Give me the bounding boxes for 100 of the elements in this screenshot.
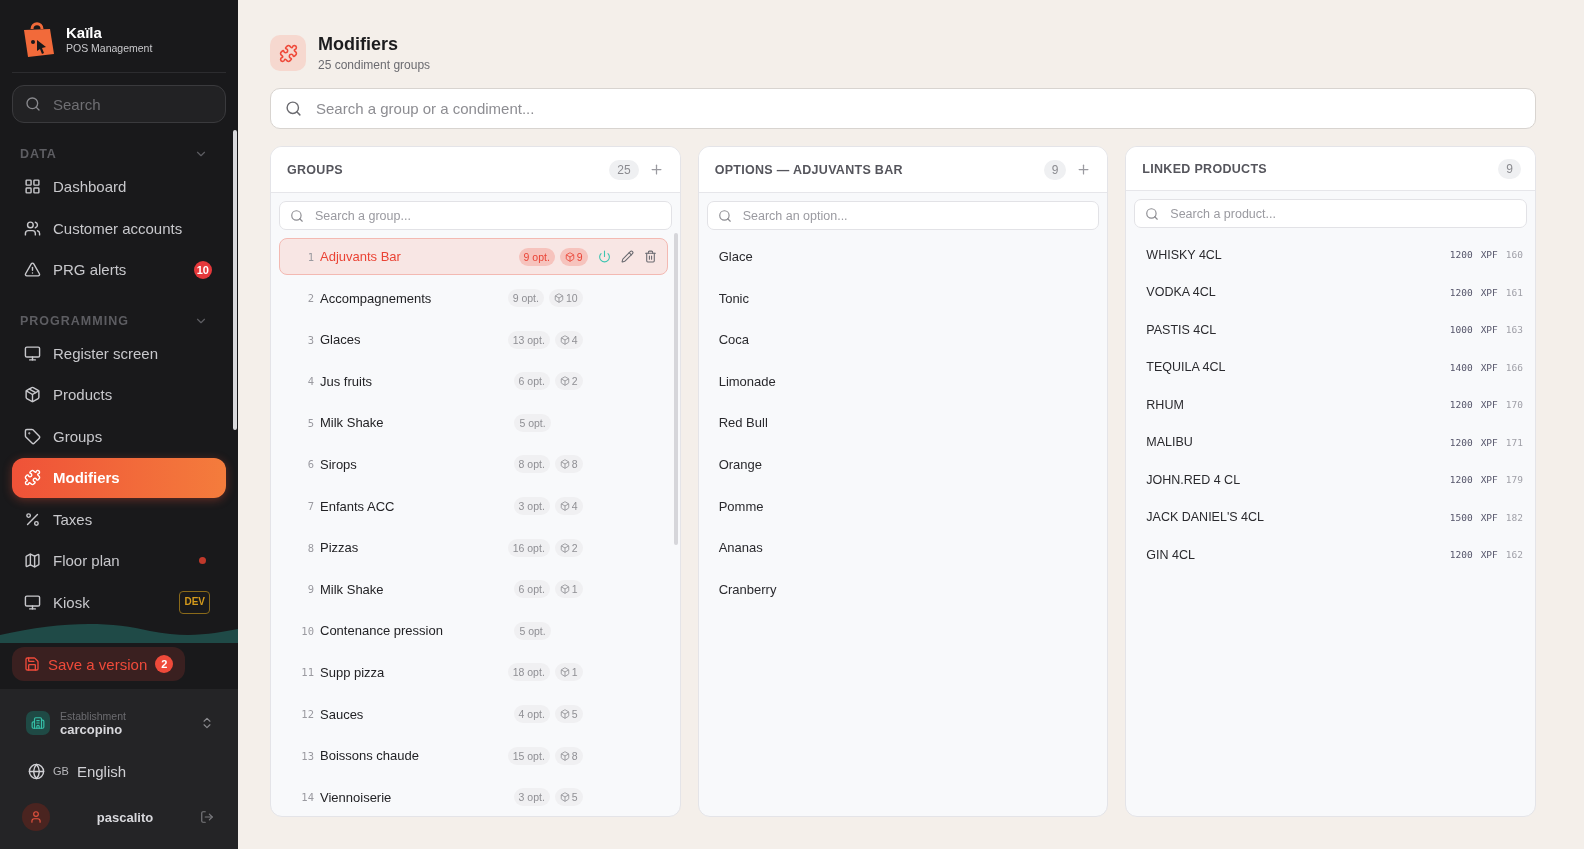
search-icon <box>25 96 41 112</box>
monitor-icon <box>24 344 41 362</box>
group-name: Viennoiserie <box>320 789 393 805</box>
nav-item[interactable]: Floor plan <box>12 540 226 581</box>
options-count: 5 opt. <box>514 413 551 432</box>
scrollbar[interactable] <box>233 130 237 430</box>
row-number: 13 <box>300 749 314 762</box>
group-name: Contenance pression <box>320 623 444 639</box>
option-item[interactable]: Pomme <box>706 487 1096 525</box>
group-name: Sauces <box>320 706 365 722</box>
option-item[interactable]: Glace <box>706 238 1096 275</box>
group-name: Enfants ACC <box>320 498 396 514</box>
currency: XPF <box>1480 361 1498 373</box>
group-row[interactable]: 12 Sauces 4 opt. 5 <box>279 695 668 733</box>
product-price: 1200 <box>1449 549 1473 561</box>
group-row[interactable]: 10 Contenance pression 5 opt. <box>279 612 668 650</box>
product-name: PASTIS 4CL <box>1146 322 1218 337</box>
delete-button[interactable] <box>643 250 657 263</box>
percent-icon <box>24 510 41 528</box>
save-icon <box>24 656 40 672</box>
group-name: Supp pizza <box>320 664 386 680</box>
product-code: 170 <box>1505 399 1523 411</box>
logout-icon <box>200 810 214 824</box>
options-count: 8 opt. <box>513 455 550 474</box>
nav-item[interactable]: Kiosk DEV <box>12 582 226 622</box>
search-field[interactable]: Search an option... <box>740 207 1089 224</box>
row-number: 9 <box>306 583 314 596</box>
save-version-button[interactable]: Save a version 2 <box>12 647 186 681</box>
group-row[interactable]: 3 Glaces 13 opt. 4 <box>279 321 668 359</box>
product-price: 1200 <box>1449 286 1473 298</box>
section-title: DATA <box>20 147 57 161</box>
plus-icon <box>648 162 664 177</box>
language-selector[interactable]: GB English <box>22 751 226 791</box>
group-row[interactable]: 8 Pizzas 16 opt. 2 <box>279 529 668 567</box>
search-field[interactable]: Search a product... <box>1168 205 1516 222</box>
option-item[interactable]: Coca <box>706 321 1096 359</box>
box-icon <box>559 501 570 512</box>
warning-icon <box>24 261 41 278</box>
nav-item[interactable]: Dashboard <box>12 166 226 207</box>
puzzle-icon <box>278 43 298 63</box>
options-count: 9 opt. <box>507 289 544 308</box>
logout-button[interactable] <box>200 810 214 824</box>
count-badge: 9 <box>1043 159 1067 180</box>
search-field[interactable]: Search <box>51 94 213 114</box>
product-name: MALIBU <box>1146 435 1194 450</box>
product-price: 1200 <box>1449 436 1473 448</box>
group-row[interactable]: 9 Milk Shake 6 opt. 1 <box>279 570 668 608</box>
option-item[interactable]: Cranberry <box>706 570 1096 608</box>
section-title: PROGRAMMING <box>20 313 129 328</box>
box-icon <box>559 459 570 470</box>
product-code: 171 <box>1505 436 1523 448</box>
search-field[interactable]: Search a group or a condiment... <box>314 99 1521 118</box>
option-item[interactable]: Limonade <box>706 362 1096 400</box>
nav-item[interactable]: Register screen <box>12 333 226 373</box>
count-badge: 2 <box>155 655 174 673</box>
option-item[interactable]: Red Bull <box>706 404 1096 442</box>
option-item[interactable]: Ananas <box>706 529 1096 567</box>
count-text: 8 <box>571 458 578 471</box>
product-code: 162 <box>1505 549 1523 561</box>
user-name: pascalito <box>95 809 155 825</box>
search-field[interactable]: Search a group... <box>313 207 661 224</box>
count-text: 1 <box>571 666 578 679</box>
trash-icon <box>643 250 657 263</box>
map-icon <box>24 552 41 569</box>
search-box[interactable]: Search <box>12 85 226 123</box>
row-number: 2 <box>306 292 314 305</box>
nav-item[interactable]: Groups <box>12 416 226 456</box>
nav-item[interactable]: PRG alerts 10 <box>12 249 226 290</box>
scrollbar[interactable] <box>673 233 678 545</box>
box-icon <box>559 334 570 345</box>
product-name: GIN 4CL <box>1146 547 1196 562</box>
product-price: 1000 <box>1449 324 1473 336</box>
establishment-selector[interactable]: Establishment carcopino <box>22 701 226 745</box>
group-name: Pizzas <box>320 540 360 556</box>
group-row[interactable]: 4 Jus fruits 6 opt. 2 <box>279 362 668 400</box>
group-row[interactable]: 7 Enfants ACC 3 opt. 4 <box>279 487 668 525</box>
group-row[interactable]: 2 Accompagnements 9 opt. 10 <box>279 279 668 317</box>
dev-tag: DEV <box>179 590 210 614</box>
group-row[interactable]: 5 Milk Shake 5 opt. <box>279 404 668 442</box>
power-button[interactable] <box>597 250 611 263</box>
edit-button[interactable] <box>620 250 634 263</box>
monitor-icon <box>24 593 41 611</box>
currency: XPF <box>1480 549 1498 561</box>
box-icon <box>559 750 570 761</box>
product-price: 1500 <box>1449 511 1473 523</box>
option-item[interactable]: Orange <box>706 445 1096 483</box>
group-row[interactable]: 14 Viennoiserie 3 opt. 5 <box>279 778 668 816</box>
currency: XPF <box>1480 474 1498 486</box>
nav-item[interactable]: Products <box>12 374 226 415</box>
count-text: 2 <box>571 541 578 554</box>
group-row[interactable]: 6 Sirops 8 opt. 8 <box>279 445 668 483</box>
power-icon <box>597 250 611 263</box>
nav-item[interactable]: Customer accounts <box>12 208 226 248</box>
group-row[interactable]: 11 Supp pizza 18 opt. 1 <box>279 653 668 691</box>
count-text: 9 <box>576 250 583 263</box>
group-row[interactable]: 13 Boissons chaude 15 opt. 8 <box>279 737 668 775</box>
option-item[interactable]: Tonic <box>706 279 1096 317</box>
box-icon <box>24 386 41 403</box>
nav-item[interactable]: Taxes <box>12 499 226 539</box>
currency: XPF <box>1480 286 1498 298</box>
